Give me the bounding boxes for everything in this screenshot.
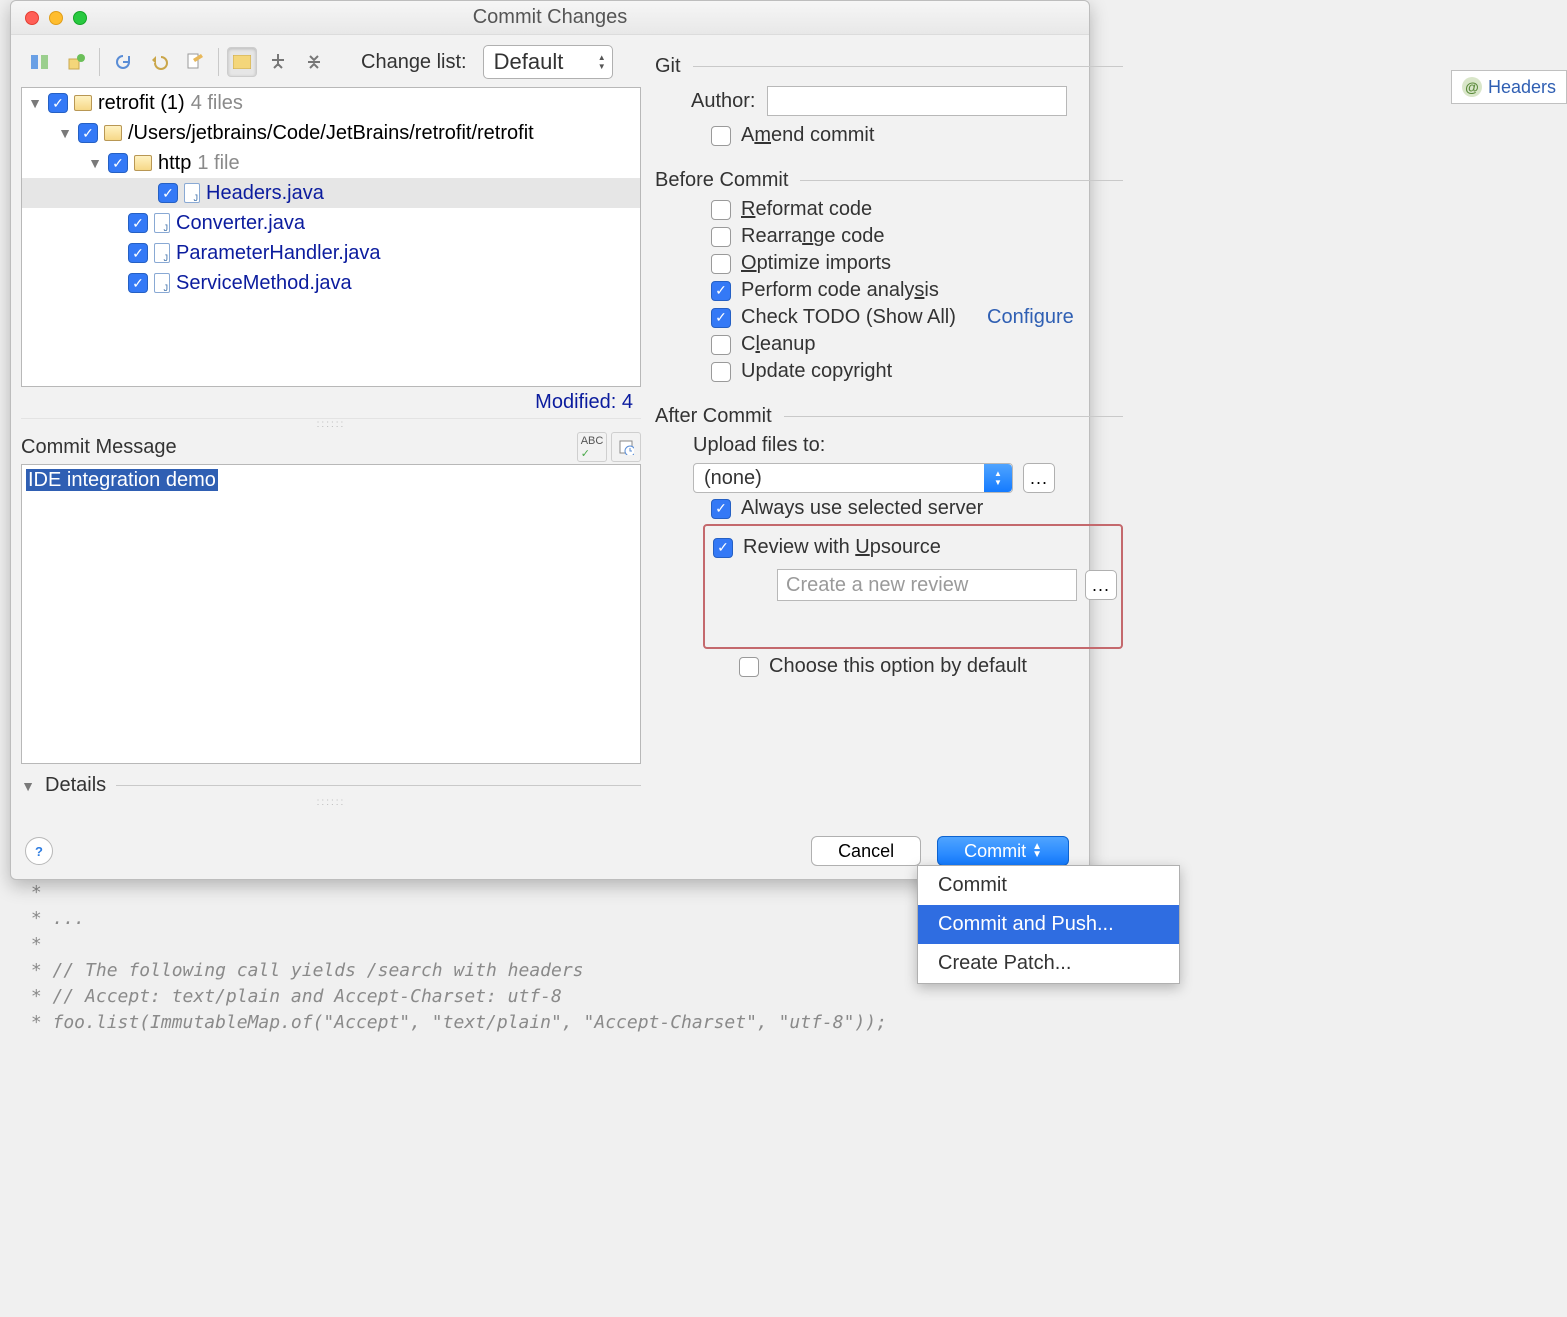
java-file-icon: [184, 183, 200, 203]
stepper-icon: ▲▼: [598, 53, 606, 71]
edit-icon[interactable]: [180, 47, 210, 77]
spellcheck-icon[interactable]: ABC✓: [577, 432, 607, 462]
collapse-all-icon[interactable]: [299, 47, 329, 77]
menu-commit-and-push[interactable]: Commit and Push...: [918, 905, 1179, 944]
cancel-button[interactable]: Cancel: [811, 836, 921, 866]
java-file-icon: [154, 273, 170, 293]
checkbox-icon[interactable]: ✓: [158, 183, 178, 203]
folder-icon: [104, 125, 122, 141]
show-diff-icon[interactable]: [25, 47, 55, 77]
commit-message-label: Commit Message: [21, 436, 177, 459]
select-arrow-icon: ▲▼: [984, 464, 1012, 492]
expand-all-icon[interactable]: [263, 47, 293, 77]
toolbar: Change list: Default ▲▼: [21, 41, 641, 83]
changelist-value: Default: [494, 49, 564, 75]
analysis-checkbox[interactable]: ✓: [711, 281, 731, 301]
git-section-header: Git: [655, 55, 681, 78]
review-upsource-label: Review with Upsource: [743, 536, 941, 559]
file-tree[interactable]: ▼ ✓ retrofit (1) 4 files ▼ ✓ /Users/jetb…: [21, 87, 641, 387]
details-expander[interactable]: ▼ Details: [21, 774, 641, 797]
titlebar: Commit Changes: [11, 1, 1089, 35]
folder-icon: [74, 95, 92, 111]
java-file-icon: [154, 213, 170, 233]
upload-value: (none): [704, 467, 762, 490]
splitter[interactable]: ::::::: [21, 797, 641, 808]
refresh-icon[interactable]: [108, 47, 138, 77]
cleanup-label: Cleanup: [741, 333, 816, 356]
folder-icon: [134, 155, 152, 171]
cleanup-checkbox[interactable]: [711, 335, 731, 355]
tree-root[interactable]: ▼ ✓ retrofit (1) 4 files: [22, 88, 640, 118]
commit-message-value: IDE integration demo: [26, 469, 218, 491]
upsource-highlight: ✓ Review with Upsource Create a new revi…: [703, 524, 1123, 649]
checkbox-icon[interactable]: ✓: [128, 243, 148, 263]
editor-tab-label: Headers: [1488, 77, 1556, 98]
author-input[interactable]: [767, 86, 1067, 116]
help-button[interactable]: ?: [25, 837, 53, 865]
chevron-down-icon[interactable]: ▼: [88, 155, 102, 171]
todo-label: Check TODO (Show All): [741, 306, 956, 329]
dialog-title: Commit Changes: [11, 6, 1089, 29]
amend-label: Amend commit: [741, 124, 874, 147]
chevron-down-icon[interactable]: ▼: [28, 95, 42, 111]
chevron-down-icon[interactable]: ▼: [58, 125, 72, 141]
commit-button[interactable]: Commit▲▼: [937, 836, 1069, 866]
commit-dropdown-menu: Commit Commit and Push... Create Patch..…: [917, 865, 1180, 984]
author-label: Author:: [691, 90, 755, 113]
copyright-label: Update copyright: [741, 360, 892, 383]
changelist-select[interactable]: Default ▲▼: [483, 45, 613, 79]
todo-checkbox[interactable]: ✓: [711, 308, 731, 328]
commit-message-input[interactable]: IDE integration demo: [21, 464, 641, 764]
java-file-icon: [154, 243, 170, 263]
tree-path[interactable]: ▼ ✓ /Users/jetbrains/Code/JetBrains/retr…: [22, 118, 640, 148]
default-option-checkbox[interactable]: [739, 657, 759, 677]
tree-file-headers[interactable]: ✓ Headers.java: [22, 178, 640, 208]
move-changelist-icon[interactable]: [61, 47, 91, 77]
code-background: * * ... * * // The following call yields…: [20, 880, 887, 1036]
review-browse-button[interactable]: ...: [1085, 570, 1117, 600]
checkbox-icon[interactable]: ✓: [108, 153, 128, 173]
default-option-label: Choose this option by default: [769, 655, 1027, 678]
upload-label: Upload files to:: [693, 434, 1123, 457]
checkbox-icon[interactable]: ✓: [48, 93, 68, 113]
rearrange-checkbox[interactable]: [711, 227, 731, 247]
copyright-checkbox[interactable]: [711, 362, 731, 382]
reformat-checkbox[interactable]: [711, 200, 731, 220]
group-by-dir-icon[interactable]: [227, 47, 257, 77]
always-server-label: Always use selected server: [741, 497, 983, 520]
analysis-label: Perform code analysis: [741, 279, 939, 302]
annotation-icon: @: [1462, 77, 1482, 97]
optimize-label: Optimize imports: [741, 252, 891, 275]
commit-dialog: Commit Changes Change list: Default ▲▼: [10, 0, 1090, 880]
splitter[interactable]: ::::::: [21, 419, 641, 430]
revert-icon[interactable]: [144, 47, 174, 77]
before-commit-header: Before Commit: [655, 169, 788, 192]
menu-create-patch[interactable]: Create Patch...: [918, 944, 1179, 983]
tree-http[interactable]: ▼ ✓ http 1 file: [22, 148, 640, 178]
optimize-checkbox[interactable]: [711, 254, 731, 274]
checkbox-icon[interactable]: ✓: [128, 273, 148, 293]
tree-file-paramhandler[interactable]: ✓ ParameterHandler.java: [22, 238, 640, 268]
tree-file-converter[interactable]: ✓ Converter.java: [22, 208, 640, 238]
checkbox-icon[interactable]: ✓: [78, 123, 98, 143]
upload-browse-button[interactable]: ...: [1023, 463, 1055, 493]
after-commit-header: After Commit: [655, 405, 772, 428]
modified-count: Modified: 4: [21, 387, 641, 419]
chevron-down-icon: ▼: [21, 778, 35, 794]
review-upsource-checkbox[interactable]: ✓: [713, 538, 733, 558]
configure-link[interactable]: Configure: [987, 306, 1074, 329]
changelist-label: Change list:: [361, 51, 467, 74]
reformat-label: Reformat code: [741, 198, 872, 221]
always-server-checkbox[interactable]: ✓: [711, 499, 731, 519]
amend-checkbox[interactable]: [711, 126, 731, 146]
rearrange-label: Rearrange code: [741, 225, 884, 248]
editor-tab[interactable]: @ Headers: [1451, 70, 1567, 104]
tree-file-servicemethod[interactable]: ✓ ServiceMethod.java: [22, 268, 640, 298]
history-icon[interactable]: [611, 432, 641, 462]
menu-commit[interactable]: Commit: [918, 866, 1179, 905]
review-name-input[interactable]: Create a new review: [777, 569, 1077, 601]
upload-select[interactable]: (none) ▲▼: [693, 463, 1013, 493]
checkbox-icon[interactable]: ✓: [128, 213, 148, 233]
dropdown-arrow-icon: ▲▼: [1032, 843, 1042, 859]
